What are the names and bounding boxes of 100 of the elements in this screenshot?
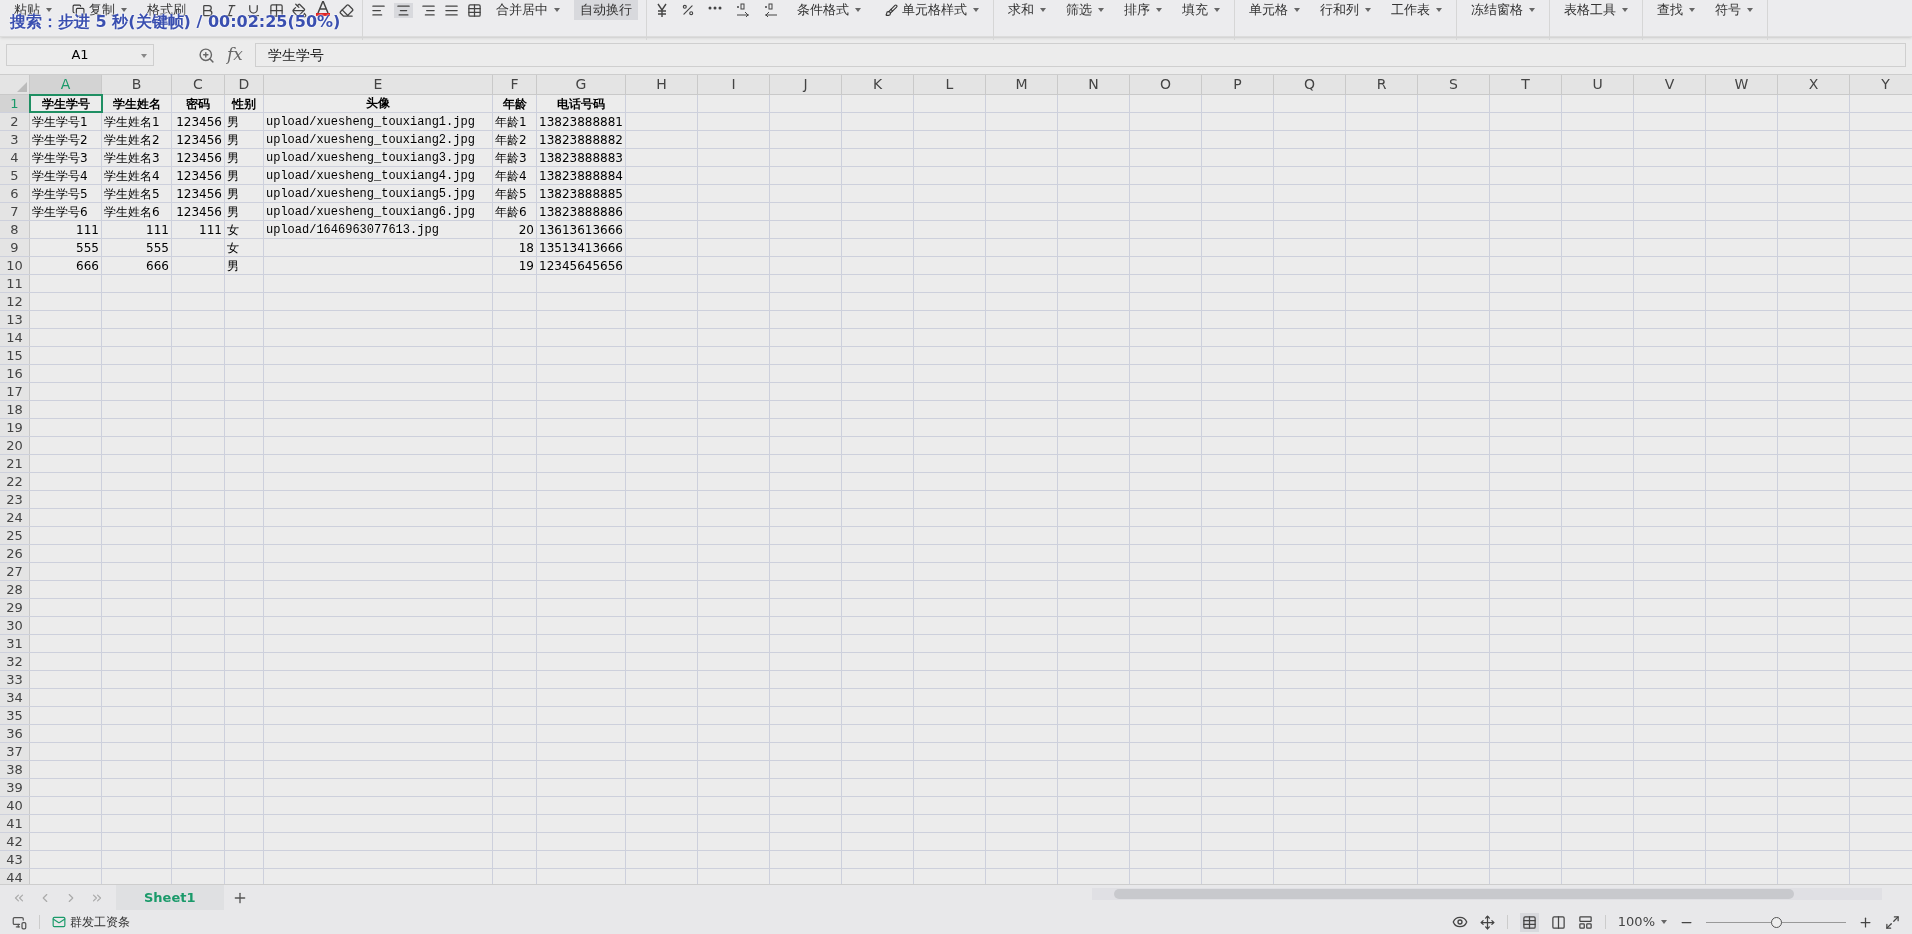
formula-field[interactable]: 学生学号 bbox=[254, 43, 1906, 67]
row-header[interactable]: 17 bbox=[0, 383, 30, 400]
zoom-dropdown[interactable]: 100% bbox=[1617, 912, 1667, 932]
column-header[interactable]: R bbox=[1346, 75, 1418, 94]
column-header[interactable]: N bbox=[1058, 75, 1130, 94]
page-break-icon[interactable] bbox=[1577, 914, 1593, 930]
column-header[interactable]: C bbox=[172, 75, 225, 94]
toolbar-button[interactable]: 查找 bbox=[1651, 0, 1701, 20]
fx-icon[interactable]: fx bbox=[227, 42, 243, 68]
row-header[interactable]: 7 bbox=[0, 203, 30, 220]
row-header[interactable]: 38 bbox=[0, 761, 30, 778]
zoom-slider-thumb[interactable] bbox=[1771, 916, 1782, 928]
row-header[interactable]: 13 bbox=[0, 311, 30, 328]
row-header[interactable]: 29 bbox=[0, 599, 30, 616]
row-header[interactable]: 31 bbox=[0, 635, 30, 652]
row-header[interactable]: 14 bbox=[0, 329, 30, 346]
toolbar-button[interactable]: 表格工具 bbox=[1558, 0, 1634, 20]
row-header[interactable]: 24 bbox=[0, 509, 30, 526]
column-header[interactable]: K bbox=[842, 75, 914, 94]
row-header[interactable]: 37 bbox=[0, 743, 30, 760]
row-header[interactable]: 42 bbox=[0, 833, 30, 850]
row-header[interactable]: 2 bbox=[0, 113, 30, 130]
column-header[interactable]: X bbox=[1778, 75, 1850, 94]
column-header[interactable]: P bbox=[1202, 75, 1274, 94]
toolbar-button[interactable]: 求和 bbox=[1002, 0, 1052, 20]
row-header[interactable]: 34 bbox=[0, 689, 30, 706]
zoom-icon[interactable] bbox=[198, 46, 215, 64]
toolbar-button[interactable]: 筛选 bbox=[1060, 0, 1110, 20]
toolbar-button[interactable]: 工作表 bbox=[1385, 0, 1448, 20]
column-header[interactable]: S bbox=[1418, 75, 1490, 94]
row-header[interactable]: 26 bbox=[0, 545, 30, 562]
column-header[interactable]: G bbox=[537, 75, 626, 94]
row-header[interactable]: 18 bbox=[0, 401, 30, 418]
row-header[interactable]: 23 bbox=[0, 491, 30, 508]
row-header[interactable]: 10 bbox=[0, 257, 30, 274]
toolbar-button[interactable]: 排序 bbox=[1118, 0, 1168, 20]
row-header[interactable]: 4 bbox=[0, 149, 30, 166]
row-header[interactable]: 28 bbox=[0, 581, 30, 598]
column-header[interactable]: O bbox=[1130, 75, 1202, 94]
toolbar-button[interactable]: 填充 bbox=[1176, 0, 1226, 20]
column-header[interactable]: M bbox=[986, 75, 1058, 94]
align-center-icon[interactable] bbox=[394, 2, 413, 18]
percent-icon[interactable] bbox=[681, 3, 695, 17]
payroll-button[interactable]: 群发工资条 bbox=[52, 913, 130, 931]
row-header[interactable]: 12 bbox=[0, 293, 30, 310]
row-header[interactable]: 11 bbox=[0, 275, 30, 292]
align-right-icon[interactable] bbox=[421, 2, 436, 18]
column-header[interactable]: D bbox=[225, 75, 264, 94]
eye-icon[interactable] bbox=[1451, 914, 1468, 930]
eraser-icon[interactable] bbox=[339, 2, 354, 18]
row-header[interactable]: 5 bbox=[0, 167, 30, 184]
column-header[interactable]: I bbox=[698, 75, 770, 94]
row-header[interactable]: 21 bbox=[0, 455, 30, 472]
row-header[interactable]: 27 bbox=[0, 563, 30, 580]
row-header[interactable]: 43 bbox=[0, 851, 30, 868]
toolbar-button[interactable]: 条件格式 bbox=[791, 0, 867, 20]
page-layout-icon[interactable] bbox=[1550, 914, 1566, 930]
column-header[interactable]: L bbox=[914, 75, 986, 94]
name-box[interactable]: A1 bbox=[6, 44, 154, 66]
row-header[interactable]: 39 bbox=[0, 779, 30, 796]
increase-decimal-icon[interactable] bbox=[735, 3, 751, 17]
column-header[interactable]: Q bbox=[1274, 75, 1346, 94]
macro-icon[interactable] bbox=[12, 914, 27, 930]
row-header[interactable]: 6 bbox=[0, 185, 30, 202]
row-header[interactable]: 36 bbox=[0, 725, 30, 742]
row-header[interactable]: 3 bbox=[0, 131, 30, 148]
column-header[interactable]: V bbox=[1634, 75, 1706, 94]
row-header[interactable]: 41 bbox=[0, 815, 30, 832]
normal-view-icon[interactable] bbox=[1519, 912, 1539, 932]
column-header[interactable]: H bbox=[626, 75, 698, 94]
column-header[interactable]: B bbox=[102, 75, 172, 94]
distribute-icon[interactable] bbox=[467, 2, 482, 18]
toolbar-button[interactable]: 单元格样式 bbox=[879, 0, 985, 20]
row-header[interactable]: 30 bbox=[0, 617, 30, 634]
row-header[interactable]: 44 bbox=[0, 869, 30, 884]
row-header[interactable]: 20 bbox=[0, 437, 30, 454]
row-header[interactable]: 22 bbox=[0, 473, 30, 490]
toolbar-button[interactable]: 符号 bbox=[1709, 0, 1759, 20]
row-header[interactable]: 8 bbox=[0, 221, 30, 238]
row-header[interactable]: 19 bbox=[0, 419, 30, 436]
column-header[interactable]: W bbox=[1706, 75, 1778, 94]
row-header[interactable]: 9 bbox=[0, 239, 30, 256]
horizontal-scrollbar[interactable] bbox=[1092, 888, 1882, 900]
row-header[interactable]: 15 bbox=[0, 347, 30, 364]
decrease-decimal-icon[interactable] bbox=[763, 3, 779, 17]
column-header[interactable]: J bbox=[770, 75, 842, 94]
row-header[interactable]: 35 bbox=[0, 707, 30, 724]
row-header[interactable]: 32 bbox=[0, 653, 30, 670]
cross-icon[interactable] bbox=[1479, 914, 1495, 930]
row-header[interactable]: 16 bbox=[0, 365, 30, 382]
row-header[interactable]: 33 bbox=[0, 671, 30, 688]
row-header[interactable]: 40 bbox=[0, 797, 30, 814]
column-header[interactable]: F bbox=[493, 75, 537, 94]
toolbar-button[interactable]: 单元格 bbox=[1243, 0, 1306, 20]
toolbar-button[interactable]: 冻结窗格 bbox=[1465, 0, 1541, 20]
zoom-in-icon[interactable] bbox=[1858, 914, 1873, 930]
column-header[interactable]: T bbox=[1490, 75, 1562, 94]
column-header[interactable]: U bbox=[1562, 75, 1634, 94]
column-header[interactable]: E bbox=[264, 75, 493, 94]
currency-icon[interactable] bbox=[655, 3, 669, 17]
